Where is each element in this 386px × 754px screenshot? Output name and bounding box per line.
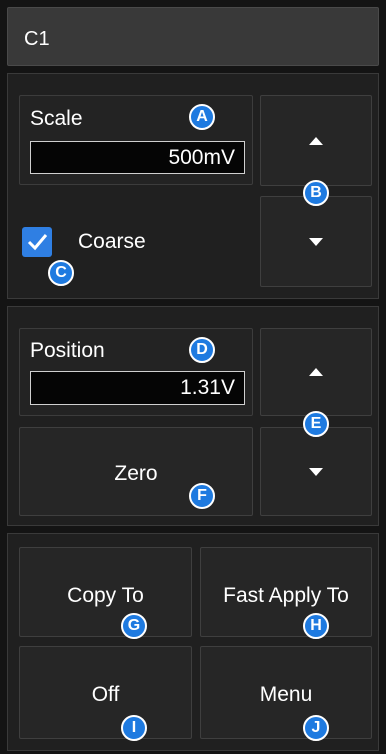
callout-badge-e: E: [303, 411, 329, 437]
callout-badge-j: J: [303, 715, 329, 741]
copy-to-label: Copy To: [67, 584, 144, 607]
position-down-button[interactable]: [260, 427, 372, 516]
coarse-label[interactable]: Coarse: [78, 230, 146, 254]
channel-title: C1: [24, 28, 50, 50]
menu-button[interactable]: Menu: [200, 646, 372, 739]
scale-value: 500mV: [168, 146, 235, 169]
channel-header: C1: [7, 7, 379, 66]
position-up-button[interactable]: [260, 328, 372, 416]
scale-down-button[interactable]: [260, 196, 372, 287]
callout-badge-i: I: [121, 715, 147, 741]
off-button[interactable]: Off: [19, 646, 192, 739]
down-arrow-icon: [309, 467, 323, 476]
fast-apply-to-button[interactable]: Fast Apply To: [200, 547, 372, 637]
off-label: Off: [91, 683, 120, 706]
callout-badge-c: C: [48, 260, 74, 286]
scale-label: Scale: [30, 107, 83, 130]
position-panel[interactable]: Position 1.31V: [19, 328, 253, 416]
callout-badge-b: B: [303, 180, 329, 206]
copy-to-button[interactable]: Copy To: [19, 547, 192, 637]
callout-badge-f: F: [189, 483, 215, 509]
coarse-checkbox[interactable]: [22, 227, 52, 257]
up-arrow-icon: [309, 136, 323, 145]
up-arrow-icon: [309, 368, 323, 376]
menu-label: Menu: [259, 683, 313, 706]
position-value-field[interactable]: 1.31V: [30, 371, 245, 405]
down-arrow-icon: [309, 237, 323, 246]
position-label: Position: [30, 339, 105, 362]
zero-label: Zero: [114, 462, 158, 485]
callout-badge-g: G: [121, 613, 147, 639]
callout-badge-a: A: [189, 104, 215, 130]
callout-badge-h: H: [303, 613, 329, 639]
scale-panel[interactable]: Scale 500mV: [19, 95, 253, 185]
callout-badge-d: D: [189, 337, 215, 363]
scale-up-button[interactable]: [260, 95, 372, 186]
zero-button[interactable]: Zero: [19, 427, 253, 516]
scale-value-field[interactable]: 500mV: [30, 141, 245, 174]
position-value: 1.31V: [180, 376, 235, 399]
fast-apply-to-label: Fast Apply To: [223, 584, 349, 607]
checkmark-icon: [27, 234, 48, 251]
